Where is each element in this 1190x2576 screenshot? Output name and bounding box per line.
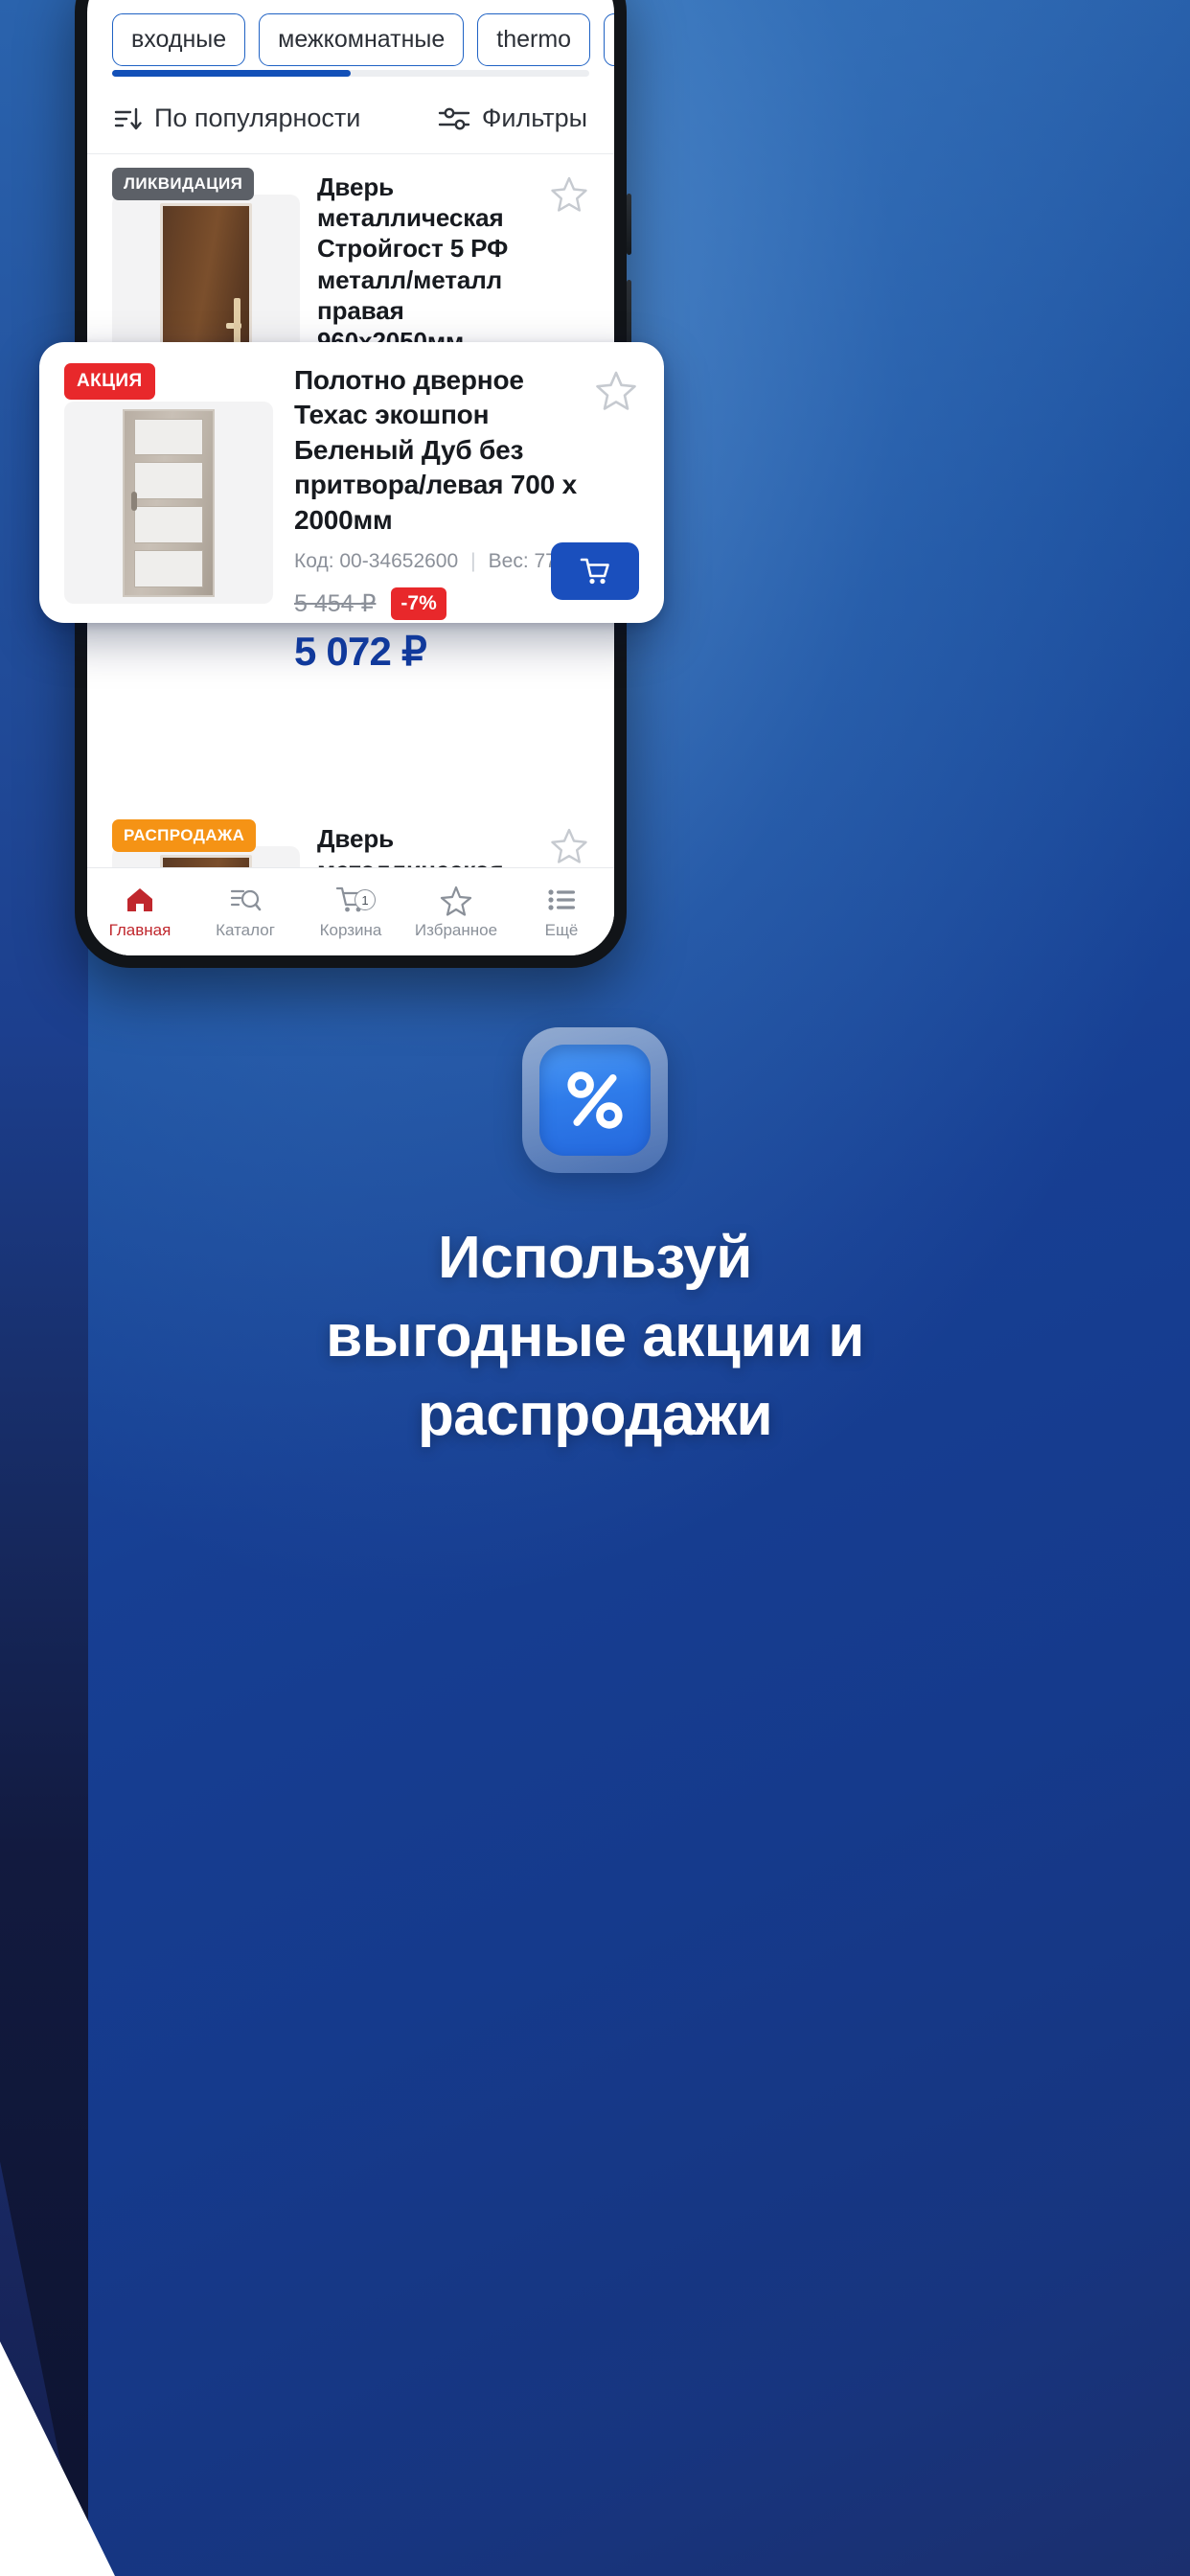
nav-label-favorites: Избранное [414, 921, 498, 939]
filter-label: Фильтры [481, 104, 587, 132]
tab-mezhkomnatnye[interactable]: межкомнатные [259, 12, 465, 66]
highlighted-new-price: 5 072 ₽ [294, 628, 427, 674]
promo-icon [522, 1027, 668, 1173]
cart-count-badge: 1 [355, 889, 376, 910]
tab-vhodnye[interactable]: входные [112, 12, 246, 66]
highlighted-product-title: Полотно дверное Техас экошпон Беленый Ду… [294, 365, 577, 535]
nav-item-catalog[interactable]: Каталог [193, 884, 298, 940]
filter-sliders-icon [438, 106, 470, 131]
headline-line-3: распродажи [417, 1381, 773, 1448]
sort-filter-bar: По популярности Фильтры [87, 83, 614, 154]
highlighted-product-code: Код: 00-34652600 [294, 549, 459, 572]
nav-label-more: Ещё [544, 921, 579, 939]
sort-descending-icon [114, 105, 143, 132]
filter-button[interactable]: Фильтры [438, 104, 587, 133]
tab-thermo[interactable]: thermo [477, 12, 591, 66]
nav-label-home: Главная [108, 921, 172, 939]
catalog-search-icon [229, 884, 262, 916]
star-icon [440, 884, 472, 916]
nav-item-cart[interactable]: 1 Корзина [298, 884, 403, 940]
highlighted-product-meta: Код: 00-34652600 | Вес: 77 кг [294, 550, 580, 573]
tab-ute[interactable]: уте [604, 12, 614, 66]
highlighted-product-media: АКЦИЯ [64, 363, 273, 604]
product-badge: РАСПРОДАЖА [112, 819, 257, 853]
highlighted-product-thumbnail[interactable] [64, 402, 273, 604]
cart-icon [580, 558, 609, 585]
meta-separator: | [470, 549, 476, 572]
headline-line-2: выгодные акции и [326, 1302, 864, 1369]
add-to-cart-button[interactable] [551, 542, 639, 600]
percent-discount-icon [539, 1045, 651, 1156]
nav-item-more[interactable]: Ещё [509, 884, 614, 940]
favorite-star-icon[interactable] [549, 825, 589, 865]
category-tabs-scroller[interactable]: входные межкомнатные thermo уте [87, 12, 614, 66]
sort-label: По популярности [154, 104, 361, 132]
nav-item-home[interactable]: Главная [87, 884, 193, 940]
headline-line-1: Используй [438, 1225, 752, 1291]
nav-item-favorites[interactable]: Избранное [403, 884, 509, 940]
phone-side-button-mute [627, 194, 631, 255]
category-tabs: входные межкомнатные thermo уте [87, 12, 614, 77]
tabs-scrollbar-thumb[interactable] [112, 70, 351, 77]
home-icon [124, 884, 156, 916]
sort-button[interactable]: По популярности [114, 104, 360, 133]
highlighted-product-card[interactable]: АКЦИЯ Полотно дверное Техас экошпон Беле… [39, 342, 664, 674]
highlighted-product-info: Полотно дверное Техас экошпон Беленый Ду… [294, 363, 639, 674]
product-badge: ЛИКВИДАЦИЯ [112, 168, 255, 200]
highlighted-old-price: 5 454 ₽ [294, 589, 377, 617]
favorite-star-icon[interactable] [549, 173, 589, 214]
highlighted-product-badge: АКЦИЯ [64, 363, 155, 400]
nav-label-catalog: Каталог [216, 921, 275, 939]
highlighted-price-row: 5 454 ₽ -7% [294, 586, 580, 620]
highlighted-discount-badge: -7% [391, 586, 446, 620]
product-title: Дверь металлическая Стройгост 5 РФ метал… [317, 172, 509, 356]
door-image-eco [123, 408, 215, 597]
promo-headline: Используй выгодные акции и распродажи [0, 1219, 1190, 1454]
list-more-icon [545, 884, 578, 916]
favorite-star-icon[interactable] [593, 367, 639, 413]
bottom-navigation-bar: Главная Каталог 1 Корзина Избранное Ещё [87, 867, 614, 955]
tabs-scrollbar-track[interactable] [112, 70, 589, 77]
nav-label-cart: Корзина [319, 921, 382, 939]
